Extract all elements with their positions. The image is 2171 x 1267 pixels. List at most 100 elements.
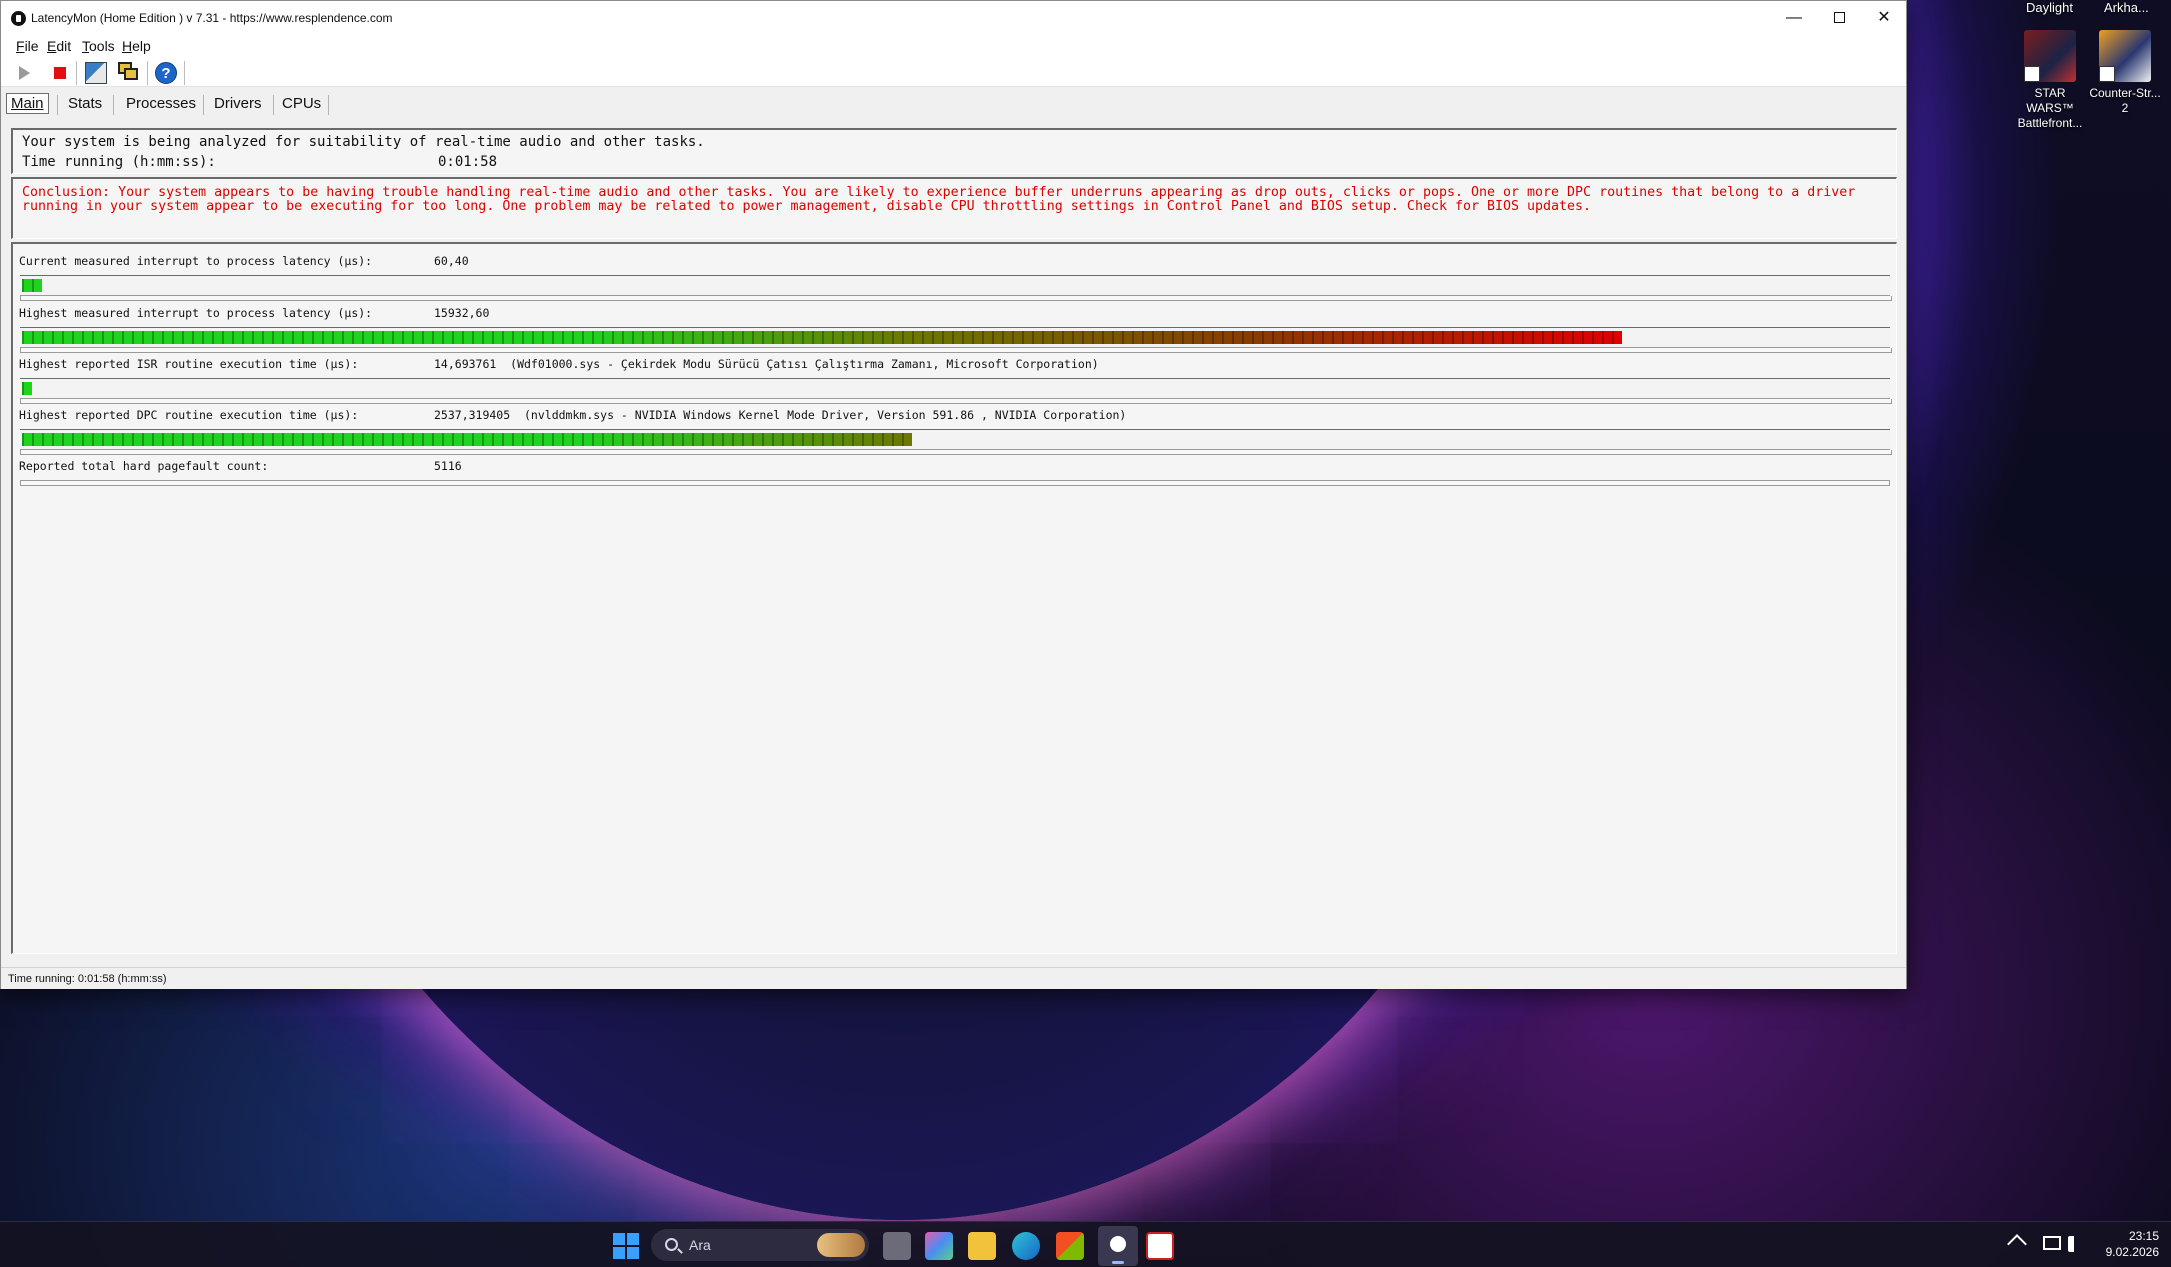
windows-logo-tile xyxy=(627,1247,639,1259)
stop-icon[interactable] xyxy=(54,67,66,79)
m365-copilot-icon[interactable] xyxy=(925,1232,953,1260)
search-highlight-badge xyxy=(817,1233,865,1257)
tab-stats[interactable]: Stats xyxy=(64,94,106,113)
latencymon-taskbar-icon xyxy=(1110,1236,1126,1252)
tab-separator xyxy=(113,95,114,115)
start-button[interactable] xyxy=(612,1232,640,1260)
toolbar-separator xyxy=(76,61,77,85)
snipping-tool-icon[interactable] xyxy=(1146,1232,1174,1260)
network-icon[interactable] xyxy=(2043,1236,2061,1250)
maximize-icon xyxy=(1833,12,1845,24)
pagefault-count-value: 5116 xyxy=(434,459,462,473)
system-clock[interactable]: 23:15 9.02.2026 xyxy=(2106,1228,2159,1260)
title-bar[interactable]: LatencyMon (Home Edition ) v 7.31 - http… xyxy=(1,1,1906,35)
menu-help[interactable]: Help xyxy=(122,38,151,54)
minimize-button[interactable]: — xyxy=(1771,1,1817,35)
menu-edit[interactable]: Edit xyxy=(47,38,71,54)
active-indicator xyxy=(1112,1261,1124,1264)
menu-tools-accelerator: T xyxy=(82,38,89,54)
analysis-status-text: Your system is being analyzed for suitab… xyxy=(22,134,705,150)
highest-latency-value: 15932,60 xyxy=(434,306,490,320)
menu-tools[interactable]: Tools xyxy=(82,38,115,54)
tab-processes[interactable]: Processes xyxy=(122,94,200,113)
desktop-label-daylight: Daylight xyxy=(2026,0,2073,15)
close-button[interactable]: ✕ xyxy=(1861,1,1907,35)
latencymon-app-icon xyxy=(11,11,26,26)
toolbar-separator xyxy=(147,61,148,85)
menu-edit-accelerator: E xyxy=(47,38,57,54)
dpc-execution-bar-fill xyxy=(22,433,912,446)
dpc-execution-bar xyxy=(20,429,1892,455)
help-icon[interactable]: ? xyxy=(155,62,177,84)
tab-separator xyxy=(273,95,274,115)
maximize-button[interactable] xyxy=(1816,1,1862,35)
taskbar-search[interactable]: Ara xyxy=(651,1229,869,1261)
current-latency-value: 60,40 xyxy=(434,254,469,268)
tab-separator xyxy=(203,95,204,115)
menu-edit-rest: dit xyxy=(56,38,72,54)
dpc-execution-label: Highest reported DPC routine execution t… xyxy=(19,408,359,422)
edge-browser-icon[interactable] xyxy=(1012,1232,1040,1260)
latencymon-taskbar-button[interactable] xyxy=(1098,1226,1138,1266)
menu-file-rest: ile xyxy=(24,38,39,54)
search-icon xyxy=(665,1238,678,1251)
window-frame-front xyxy=(124,68,138,80)
pagefault-track xyxy=(20,480,1890,486)
desktop-shortcut-label: STAR WARS™ Battlefront... xyxy=(2017,86,2083,130)
window-title: LatencyMon (Home Edition ) v 7.31 - http… xyxy=(31,11,393,25)
current-latency-bar-fill xyxy=(22,279,42,292)
isr-execution-bar-fill xyxy=(22,382,32,395)
isr-execution-value: 14,693761 (Wdf01000.sys - Çekirdek Modu … xyxy=(434,357,1099,371)
volume-icon[interactable] xyxy=(2068,1236,2084,1252)
pagefault-count-label: Reported total hard pagefault count: xyxy=(19,459,269,473)
windows-logo-tile xyxy=(613,1247,625,1259)
play-icon[interactable] xyxy=(19,66,30,80)
highest-latency-bar-fill xyxy=(22,331,1622,344)
toolbar-separator xyxy=(184,61,185,85)
show-hidden-icons-chevron-icon[interactable] xyxy=(2007,1234,2027,1254)
file-explorer-icon[interactable] xyxy=(968,1232,996,1260)
menu-bar: File Edit Tools Help xyxy=(1,35,1906,57)
microsoft-store-icon[interactable] xyxy=(1056,1232,1084,1260)
properties-icon[interactable] xyxy=(85,62,107,84)
current-latency-label: Current measured interrupt to process la… xyxy=(19,254,373,268)
menu-tools-rest: ools xyxy=(89,38,115,54)
tab-cpus[interactable]: CPUs xyxy=(278,94,325,113)
toolbar: ? xyxy=(1,57,1906,87)
desktop-label-arkha: Arkha... xyxy=(2104,0,2149,15)
search-placeholder: Ara xyxy=(689,1237,711,1253)
windows-icon[interactable] xyxy=(118,62,140,84)
tab-main-label: Main xyxy=(11,95,44,112)
taskbar: Ara 23:15 9.02.2026 xyxy=(0,1221,2171,1267)
metrics-panel: Current measured interrupt to process la… xyxy=(11,242,1897,954)
tab-main[interactable]: Main xyxy=(6,93,49,114)
isr-execution-label: Highest reported ISR routine execution t… xyxy=(19,357,359,371)
star-wars-battlefront-icon xyxy=(2024,30,2076,82)
desktop-shortcut-counter-strike-2[interactable]: Counter-Str... 2 xyxy=(2085,30,2165,116)
menu-help-rest: elp xyxy=(132,38,151,54)
isr-execution-bar xyxy=(20,378,1892,404)
windows-logo-tile xyxy=(613,1233,625,1245)
menu-file[interactable]: File xyxy=(16,38,39,54)
conclusion-panel: Conclusion: Your system appears to be ha… xyxy=(11,177,1897,239)
tab-drivers[interactable]: Drivers xyxy=(210,94,266,113)
time-running-label: Time running (h:mm:ss): xyxy=(22,154,216,170)
highest-latency-label: Highest measured interrupt to process la… xyxy=(19,306,373,320)
time-running-value: 0:01:58 xyxy=(438,154,498,170)
conclusion-text: Conclusion: Your system appears to be ha… xyxy=(22,185,1856,214)
tab-separator xyxy=(328,95,329,115)
windows-logo-tile xyxy=(627,1233,639,1245)
current-latency-bar xyxy=(20,275,1892,301)
highest-latency-bar xyxy=(20,327,1892,353)
menu-file-accelerator: F xyxy=(16,38,25,54)
tab-separator xyxy=(57,95,58,115)
desktop-shortcut-star-wars-battlefront[interactable]: STAR WARS™ Battlefront... xyxy=(2010,30,2090,131)
analysis-summary-panel: Your system is being analyzed for suitab… xyxy=(11,128,1897,174)
menu-help-accelerator: H xyxy=(122,38,133,54)
task-view-icon[interactable] xyxy=(883,1232,911,1260)
tab-bar: Main Stats Processes Drivers CPUs xyxy=(1,91,1906,117)
counter-strike-2-icon xyxy=(2099,30,2151,82)
desktop-shortcut-label: Counter-Str... 2 xyxy=(2089,86,2161,115)
latencymon-window: LatencyMon (Home Edition ) v 7.31 - http… xyxy=(0,0,1907,989)
dpc-execution-value: 2537,319405 (nvlddmkm.sys - NVIDIA Windo… xyxy=(434,408,1127,422)
